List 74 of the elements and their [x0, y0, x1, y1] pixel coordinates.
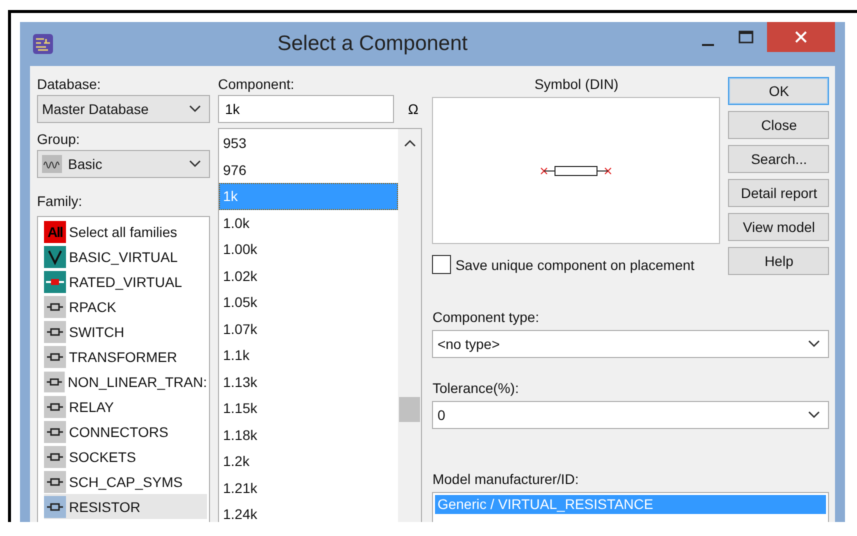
app-icon [32, 33, 54, 55]
component-icon [44, 370, 65, 392]
family-item[interactable]: TRANSFORMER [44, 344, 207, 369]
component-item[interactable]: 1.2k [219, 448, 398, 474]
scrollbar[interactable] [398, 129, 422, 522]
field-label: Database: [37, 75, 102, 94]
component-icon [44, 420, 66, 442]
component-item[interactable]: 953 [219, 130, 398, 156]
field-label: Family: [37, 192, 84, 211]
checkbox[interactable] [432, 255, 452, 274]
component-icon [44, 296, 66, 318]
family-item[interactable]: All Select all families [44, 219, 207, 244]
close-button[interactable] [767, 22, 835, 52]
component-icon [44, 346, 66, 368]
component-icon [44, 470, 66, 492]
field-label: Model manufacturer/ID: [432, 470, 580, 489]
component-item[interactable]: 1.15k [219, 395, 398, 422]
component-icon [44, 446, 66, 468]
dialog-button[interactable]: Help [728, 247, 830, 275]
wave-icon [42, 155, 62, 173]
family-item[interactable]: BASIC_VIRTUAL [44, 244, 207, 269]
component-item[interactable]: 1.05k [219, 289, 398, 316]
component-icon [44, 320, 66, 342]
component-item[interactable]: 1.24k [219, 501, 398, 522]
tolerance-dropdown[interactable]: 0 [432, 401, 830, 429]
component-item[interactable]: 1.0k [219, 210, 398, 236]
dialog-button[interactable]: OK [728, 77, 830, 105]
group-dropdown[interactable]: Basic [37, 150, 210, 178]
database-dropdown[interactable]: Master Database [37, 95, 210, 123]
component-item[interactable]: 1.1k [219, 342, 398, 368]
dialog-button[interactable]: Detail report [728, 179, 830, 207]
field-label: Component: [218, 75, 296, 94]
component-icon [44, 246, 66, 268]
component-type-dropdown[interactable]: <no type> [432, 330, 830, 358]
component-icon [44, 270, 66, 292]
chevron-icon [189, 160, 201, 168]
family-item[interactable]: NON_LINEAR_TRAN: [44, 369, 207, 394]
component-icon [44, 396, 66, 418]
family-item[interactable]: SCH_CAP_SYMS [44, 469, 207, 494]
dialog-button[interactable]: Close [728, 111, 830, 139]
chevron-icon [189, 105, 201, 113]
family-item[interactable]: RATED_VIRTUAL [44, 269, 207, 294]
family-item[interactable]: RPACK [44, 294, 207, 319]
family-item[interactable]: RESISTOR [44, 494, 207, 519]
maximize-icon [738, 30, 754, 44]
component-item[interactable]: 1.21k [219, 474, 398, 501]
scroll-thumb[interactable] [399, 397, 420, 422]
chevron-icon [808, 340, 820, 348]
chevron-icon [808, 411, 820, 419]
minimize-icon [702, 44, 714, 46]
component-item[interactable]: 1.18k [219, 422, 398, 448]
field-label: Component type: [432, 308, 540, 327]
family-item[interactable]: RELAY [44, 394, 207, 419]
field-label: Group: [37, 130, 81, 149]
family-item[interactable]: SOCKETS [44, 444, 207, 469]
component-item[interactable]: 1.13k [219, 368, 398, 395]
component-field[interactable]: 1k [218, 95, 394, 123]
family-item[interactable]: SWITCH [44, 319, 207, 344]
checkbox-label: Save unique component on placement [455, 256, 694, 272]
family-item[interactable]: CONNECTORS [44, 419, 207, 444]
symbol-title: Symbol (DIN) [533, 75, 620, 94]
scroll-up-icon [404, 139, 416, 147]
dialog-button[interactable]: Search... [728, 145, 830, 173]
all-badge: All [44, 220, 66, 242]
component-item[interactable]: 976 [219, 156, 398, 183]
close-icon [795, 31, 807, 43]
window-title: Select a Component [276, 32, 469, 56]
component-icon [44, 496, 66, 518]
dialog-button[interactable]: View model [728, 213, 830, 241]
component-item[interactable]: 1.00k [219, 236, 398, 262]
component-item[interactable]: 1.07k [219, 316, 398, 342]
symbol-button[interactable]: Ω [404, 101, 422, 117]
field-label: Tolerance(%): [432, 379, 520, 398]
component-item[interactable]: 1.02k [219, 262, 398, 289]
